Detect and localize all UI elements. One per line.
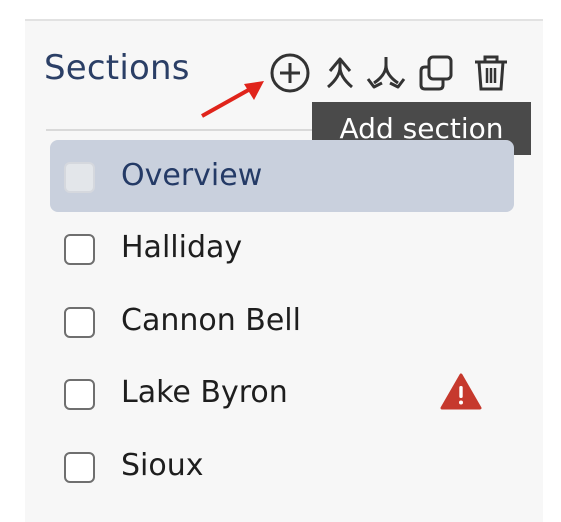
duplicate-section-button[interactable] — [414, 50, 460, 96]
section-item-halliday[interactable]: Halliday — [50, 212, 514, 284]
section-item-lake-byron[interactable]: Lake Byron — [50, 357, 514, 429]
warning-icon — [440, 373, 482, 410]
add-section-button[interactable] — [267, 50, 313, 96]
delete-section-button[interactable] — [468, 50, 514, 96]
section-item-cannon-bell[interactable]: Cannon Bell — [50, 285, 514, 357]
section-label: Cannon Bell — [121, 303, 301, 338]
section-item-overview[interactable]: Overview — [50, 140, 514, 212]
section-checkbox[interactable] — [64, 379, 95, 410]
section-item-sioux[interactable]: Sioux — [50, 430, 514, 502]
move-up-icon — [327, 57, 353, 89]
section-label: Halliday — [121, 230, 243, 265]
section-checkbox[interactable] — [64, 162, 95, 193]
plus-circle-icon — [270, 53, 310, 93]
section-checkbox[interactable] — [64, 234, 95, 265]
split-icon — [366, 57, 406, 89]
split-section-button[interactable] — [363, 50, 409, 96]
section-checkbox[interactable] — [64, 307, 95, 338]
trash-icon — [475, 55, 507, 91]
panel-edge — [543, 19, 561, 522]
move-up-button[interactable] — [317, 50, 363, 96]
duplicate-icon — [419, 55, 453, 91]
section-label: Sioux — [121, 448, 204, 483]
section-label: Overview — [121, 158, 263, 193]
section-checkbox[interactable] — [64, 452, 95, 483]
section-label: Lake Byron — [121, 375, 288, 410]
panel-title: Sections — [44, 48, 190, 88]
annotation-arrow-icon — [201, 81, 264, 118]
